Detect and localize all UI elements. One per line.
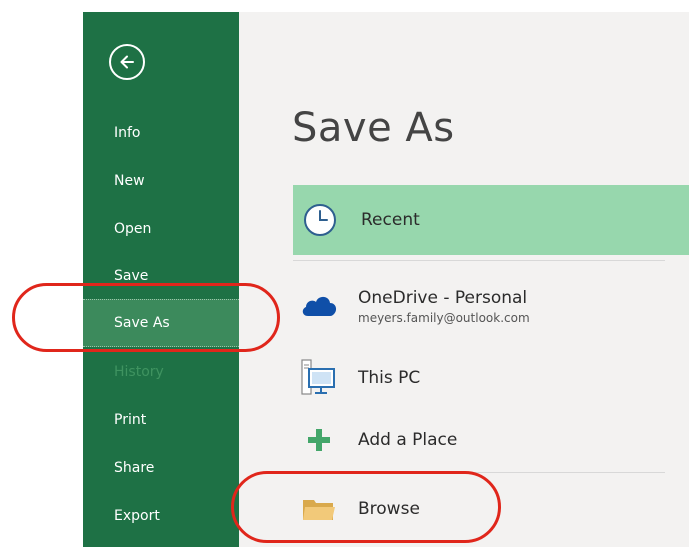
place-label: Add a Place [358,430,458,450]
nav-label: Export [114,508,160,524]
page-title: Save As [292,105,455,151]
nav-new[interactable]: New [83,158,239,204]
back-arrow-icon [120,55,134,69]
save-as-panel: Save As Recent OneDrive - Personal meyer… [239,12,689,547]
nav-label: History [114,364,164,380]
nav-label: Save [114,268,149,284]
nav-print[interactable]: Print [83,397,239,443]
place-this-pc[interactable]: This PC [293,356,689,400]
nav-share[interactable]: Share [83,445,239,491]
annotation-circle-browse [231,471,501,543]
place-recent[interactable]: Recent [293,185,689,255]
nav-export[interactable]: Export [83,493,239,539]
nav-history: History [83,349,239,395]
place-label: This PC [358,368,421,388]
account-email: meyers.family@outlook.com [358,310,530,325]
divider [293,260,665,261]
nav-info[interactable]: Info [83,110,239,156]
onedrive-cloud-icon [302,296,337,316]
place-add[interactable]: Add a Place [293,418,689,462]
backstage-sidebar: Info New Open Save Save As History Print… [83,12,239,547]
nav-label: New [114,173,145,189]
nav-label: Open [114,221,152,237]
place-text: OneDrive - Personal meyers.family@outloo… [358,288,530,325]
place-label: OneDrive - Personal [358,287,528,308]
nav-label: Share [114,460,155,476]
clock-icon [304,204,336,236]
nav-label: Print [114,412,147,428]
back-button[interactable] [109,44,145,80]
annotation-circle-save-as [12,283,280,352]
place-onedrive[interactable]: OneDrive - Personal meyers.family@outloo… [293,282,689,330]
place-label: Recent [361,210,420,230]
plus-icon [308,429,330,451]
nav-label: Info [114,125,141,141]
nav-open[interactable]: Open [83,206,239,252]
computer-icon [301,359,335,395]
